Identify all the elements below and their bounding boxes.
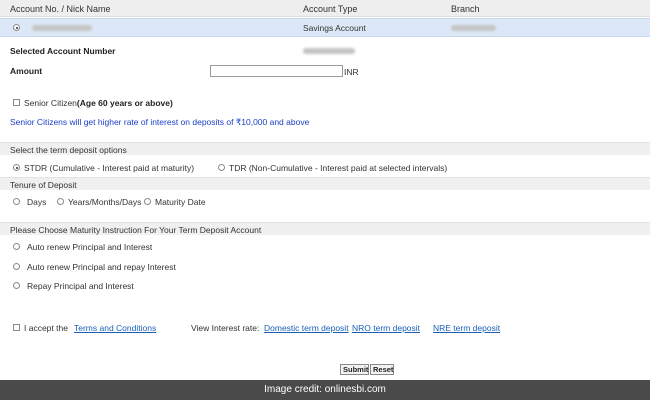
account-column-header: Account No. / Nick Name [10,4,111,14]
auto-renew-principal-interest-label: Auto renew Principal and Interest [27,242,153,252]
selected-account-label: Selected Account Number [10,46,116,56]
accept-terms-label: I accept the [24,323,68,333]
submit-button[interactable]: Submit [340,364,369,375]
senior-citizen-label-plain: Senior Citizen [24,98,77,108]
redacted-branch [451,25,496,31]
terms-and-conditions-link[interactable]: Terms and Conditions [74,323,156,333]
senior-citizen-checkbox[interactable] [13,99,20,106]
reset-button[interactable]: Reset [370,364,394,375]
tenure-maturity-date-radio[interactable] [144,198,151,205]
tenure-ymd-radio[interactable] [57,198,64,205]
accounts-table-header: Account No. / Nick Name Account Type Bra… [0,0,650,17]
senior-citizen-label: Senior Citizen(Age 60 years or above) [24,98,173,108]
stdr-label: STDR (Cumulative - Interest paid at matu… [24,163,195,173]
repay-principal-interest-label: Repay Principal and Interest [27,281,134,291]
term-options-section-header: Select the term deposit options [0,142,650,155]
term-options-title: Select the term deposit options [10,145,127,155]
tenure-maturity-date-label: Maturity Date [155,197,206,207]
tenure-section-header: Tenure of Deposit [0,177,650,190]
stdr-radio[interactable] [13,164,20,171]
tenure-title: Tenure of Deposit [10,180,77,190]
tenure-ymd-label: Years/Months/Days [68,197,142,207]
tenure-days-radio[interactable] [13,198,20,205]
account-type-value: Savings Account [303,23,366,33]
auto-renew-principal-repay-interest-label: Auto renew Principal and repay Interest [27,262,176,272]
account-type-column-header: Account Type [303,4,358,14]
branch-column-header: Branch [451,4,480,14]
tdr-label: TDR (Non-Cumulative - Interest paid at s… [229,163,448,173]
view-interest-rate-label: View Interest rate: [191,323,260,333]
redacted-selected-account [303,48,355,54]
image-credit: Image credit: onlinesbi.com [0,380,650,400]
nre-term-deposit-link[interactable]: NRE term deposit [433,323,500,333]
nro-term-deposit-link[interactable]: NRO term deposit [352,323,420,333]
amount-unit: INR [344,67,359,77]
senior-citizen-age-note: (Age 60 years or above) [76,98,173,108]
amount-input[interactable] [210,65,343,77]
senior-citizen-rate-note: Senior Citizens will get higher rate of … [10,117,310,127]
amount-label: Amount [10,66,43,76]
accept-terms-checkbox[interactable] [13,324,20,331]
account-row[interactable]: Savings Account [0,18,650,37]
account-select-radio[interactable] [13,24,20,31]
maturity-section-header: Please Choose Maturity Instruction For Y… [0,222,650,235]
repay-principal-interest-radio[interactable] [13,282,20,289]
tenure-days-label: Days [27,197,47,207]
maturity-title: Please Choose Maturity Instruction For Y… [10,225,262,235]
tdr-radio[interactable] [218,164,225,171]
redacted-account-number [32,25,92,31]
auto-renew-principal-repay-interest-radio[interactable] [13,263,20,270]
domestic-term-deposit-link[interactable]: Domestic term deposit [264,323,349,333]
auto-renew-principal-interest-radio[interactable] [13,243,20,250]
